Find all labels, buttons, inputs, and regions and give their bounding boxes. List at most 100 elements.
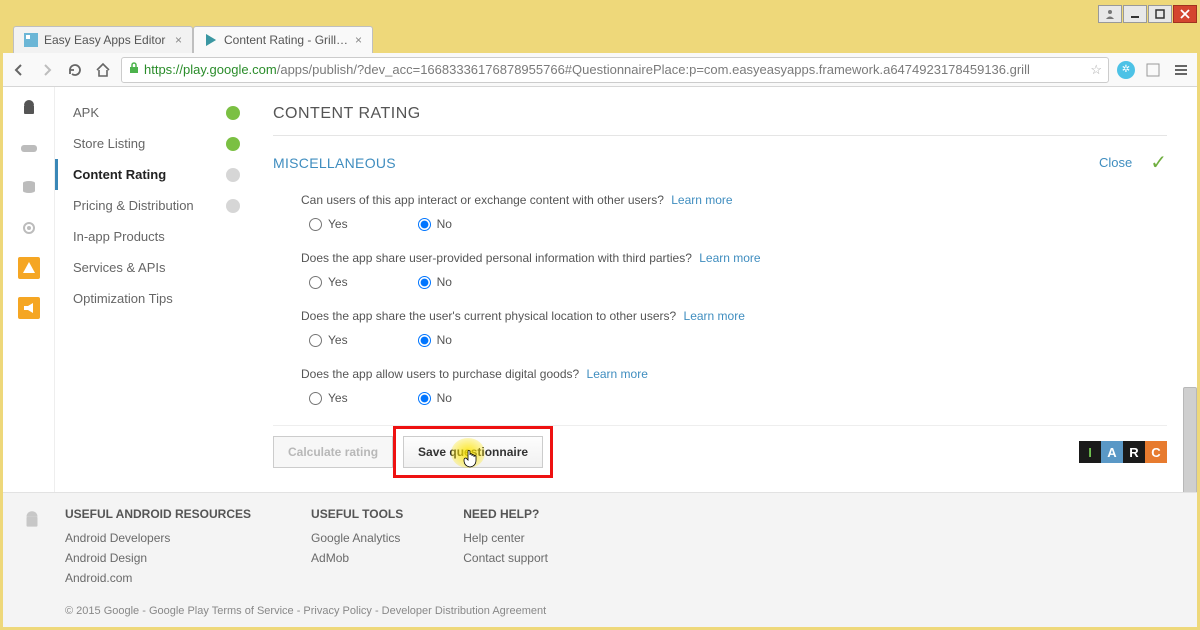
nav-forward-icon[interactable] [37, 60, 57, 80]
sidebar-item-inapp[interactable]: In-app Products [55, 221, 255, 252]
scrollbar-thumb[interactable] [1183, 387, 1197, 492]
radio-yes[interactable]: Yes [309, 391, 348, 405]
radio-yes[interactable]: Yes [309, 333, 348, 347]
url-bar[interactable]: https://play.google.com/apps/publish/?de… [121, 57, 1109, 83]
question-block: Does the app allow users to purchase dig… [301, 367, 1167, 405]
radio-no[interactable]: No [418, 391, 452, 405]
extension-icon[interactable]: ✲ [1117, 61, 1135, 79]
footer-link[interactable]: Android Developers [65, 531, 251, 545]
window-minimize[interactable] [1123, 5, 1147, 23]
sidebar-item-content-rating[interactable]: Content Rating [55, 159, 255, 190]
learn-more-link[interactable]: Learn more [699, 251, 760, 265]
radio-no[interactable]: No [418, 217, 452, 231]
android-icon[interactable] [18, 97, 40, 119]
app-window: Easy Easy Apps Editor × Content Rating -… [3, 3, 1197, 627]
tab-close-icon[interactable]: × [355, 33, 362, 47]
menu-icon[interactable] [1171, 60, 1191, 80]
radio-no[interactable]: No [418, 275, 452, 289]
sidebar-item-services[interactable]: Services & APIs [55, 252, 255, 283]
learn-more-link[interactable]: Learn more [587, 367, 648, 381]
extension-box-icon[interactable] [1143, 60, 1163, 80]
section-header: MISCELLANEOUS Close ✓ [273, 150, 1167, 175]
footer-link[interactable]: Android.com [65, 571, 251, 585]
sidebar-item-store-listing[interactable]: Store Listing [55, 128, 255, 159]
bookmark-star-icon[interactable]: ☆ [1090, 62, 1102, 78]
url-path: /apps/publish/?dev_acc=16683336176878955… [277, 62, 1030, 77]
sidebar-item-label: Optimization Tips [73, 291, 173, 306]
sidebar-item-label: In-app Products [73, 229, 165, 244]
question-block: Does the app share user-provided persona… [301, 251, 1167, 289]
radio-yes[interactable]: Yes [309, 217, 348, 231]
iarc-logo: IARC [1079, 441, 1167, 463]
browser-tab[interactable]: Easy Easy Apps Editor × [13, 26, 193, 53]
sidebar-item-pricing[interactable]: Pricing & Distribution [55, 190, 255, 221]
save-questionnaire-button[interactable]: Save questionnaire [403, 436, 543, 468]
sidebar-item-label: Pricing & Distribution [73, 198, 194, 213]
main-panel: CONTENT RATING MISCELLANEOUS Close ✓ Can… [255, 87, 1197, 492]
footer-heading: USEFUL TOOLS [311, 507, 403, 521]
footer-link[interactable]: Android Design [65, 551, 251, 565]
check-icon: ✓ [1150, 150, 1167, 175]
footer-link[interactable]: Help center [463, 531, 548, 545]
android-footer-icon [21, 509, 43, 534]
play-console-app: APK Store Listing Content Rating Pricing… [3, 87, 1197, 492]
tab-label: Content Rating - Grillz Res [224, 33, 351, 47]
radio-yes[interactable]: Yes [309, 275, 348, 289]
window-close[interactable] [1173, 5, 1197, 23]
window-titlebar [3, 3, 1197, 25]
nav-reload-icon[interactable] [65, 60, 85, 80]
footer-col-resources: USEFUL ANDROID RESOURCES Android Develop… [65, 507, 251, 591]
alert-icon[interactable] [18, 257, 40, 279]
favicon-icon [204, 33, 218, 47]
footer-heading: USEFUL ANDROID RESOURCES [65, 507, 251, 521]
footer-link[interactable]: Google Analytics [311, 531, 403, 545]
page-footer: USEFUL ANDROID RESOURCES Android Develop… [3, 492, 1197, 627]
radio-no[interactable]: No [418, 333, 452, 347]
announce-icon[interactable] [18, 297, 40, 319]
status-dot-icon [226, 106, 240, 120]
app-sidebar: APK Store Listing Content Rating Pricing… [55, 87, 255, 492]
sidebar-item-apk[interactable]: APK [55, 97, 255, 128]
url-host: ://play.google.com [172, 62, 277, 77]
tab-close-icon[interactable]: × [175, 33, 182, 47]
section-title: MISCELLANEOUS [273, 155, 396, 171]
footer-legal-link[interactable]: Privacy Policy [303, 605, 371, 617]
question-text: Does the app allow users to purchase dig… [301, 367, 579, 381]
footer-legal-link[interactable]: Google Play Terms of Service [149, 605, 294, 617]
footer-legal-link[interactable]: Developer Distribution Agreement [382, 605, 546, 617]
calculate-rating-button[interactable]: Calculate rating [273, 436, 393, 468]
footer-legal: © 2015 Google - Google Play Terms of Ser… [15, 605, 1185, 617]
question-text: Does the app share user-provided persona… [301, 251, 692, 265]
browser-tabstrip: Easy Easy Apps Editor × Content Rating -… [3, 25, 1197, 53]
window-user-icon[interactable] [1098, 5, 1122, 23]
sidebar-item-label: APK [73, 105, 99, 120]
sidebar-item-label: Content Rating [73, 167, 166, 182]
footer-col-help: NEED HELP? Help center Contact support [463, 507, 548, 591]
gear-icon[interactable] [18, 217, 40, 239]
left-icon-rail [3, 87, 55, 492]
question-text: Can users of this app interact or exchan… [301, 193, 664, 207]
window-maximize[interactable] [1148, 5, 1172, 23]
page-title: CONTENT RATING [273, 105, 1167, 123]
footer-col-tools: USEFUL TOOLS Google Analytics AdMob [311, 507, 403, 591]
divider [273, 135, 1167, 136]
footer-link[interactable]: Contact support [463, 551, 548, 565]
question-text: Does the app share the user's current ph… [301, 309, 676, 323]
learn-more-link[interactable]: Learn more [671, 193, 732, 207]
browser-tab[interactable]: Content Rating - Grillz Res × [193, 26, 373, 53]
question-block: Can users of this app interact or exchan… [301, 193, 1167, 231]
tab-label: Easy Easy Apps Editor [44, 33, 171, 47]
url-scheme: https [144, 62, 172, 77]
section-close-link[interactable]: Close [1099, 155, 1132, 170]
database-icon[interactable] [18, 177, 40, 199]
status-dot-icon [226, 168, 240, 182]
gamepad-icon[interactable] [18, 137, 40, 159]
nav-home-icon[interactable] [93, 60, 113, 80]
status-dot-icon [226, 199, 240, 213]
learn-more-link[interactable]: Learn more [684, 309, 745, 323]
sidebar-item-label: Services & APIs [73, 260, 165, 275]
sidebar-item-optimization[interactable]: Optimization Tips [55, 283, 255, 314]
footer-link[interactable]: AdMob [311, 551, 403, 565]
nav-back-icon[interactable] [9, 60, 29, 80]
browser-navbar: https://play.google.com/apps/publish/?de… [3, 53, 1197, 87]
